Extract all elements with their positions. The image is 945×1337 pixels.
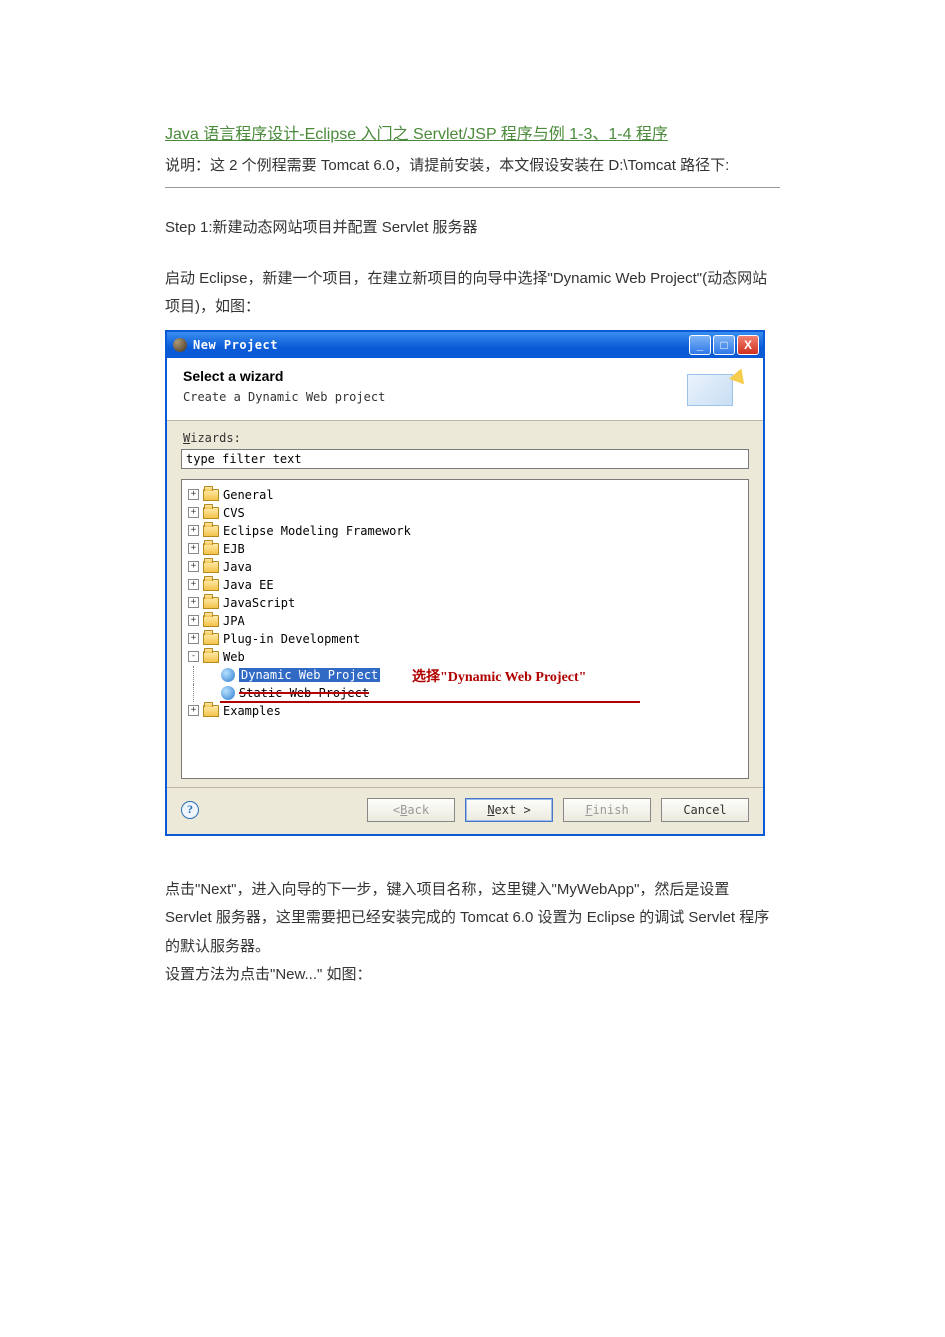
tree-item-label: General — [223, 488, 274, 502]
annotation-callout: 选择"Dynamic Web Project" — [412, 666, 586, 686]
window-title: New Project — [193, 338, 687, 352]
after-paragraph-2: 设置方法为点击"New..." 如图： — [165, 961, 780, 990]
tree-item-label: Eclipse Modeling Framework — [223, 524, 411, 538]
tree-item-label: CVS — [223, 506, 245, 520]
separator — [165, 187, 780, 188]
header-title: Select a wizard — [183, 368, 687, 384]
tree-item-web[interactable]: - Web — [188, 648, 742, 666]
after-paragraph-1: 点击"Next"，进入向导的下一步，键入项目名称，这里键入"MyWebApp"，… — [165, 876, 780, 962]
tree-item-java-ee[interactable]: + Java EE — [188, 576, 742, 594]
tree-item-label: Examples — [223, 704, 281, 718]
tree-item-java[interactable]: + Java — [188, 558, 742, 576]
tree-item-static-web-project[interactable]: Static Web Project — [188, 684, 742, 702]
next-button[interactable]: Next > — [465, 798, 553, 822]
expand-toggle-icon[interactable]: - — [188, 651, 199, 662]
folder-icon — [203, 507, 219, 519]
close-button[interactable]: X — [737, 335, 759, 355]
finish-button: Finish — [563, 798, 651, 822]
tree-item-javascript[interactable]: + JavaScript — [188, 594, 742, 612]
tree-item-plug-in-development[interactable]: + Plug-in Development — [188, 630, 742, 648]
folder-icon — [203, 633, 219, 645]
wizards-label: Wizards: — [183, 431, 749, 445]
help-icon[interactable]: ? — [181, 801, 199, 819]
folder-icon — [203, 615, 219, 627]
folder-icon — [203, 579, 219, 591]
back-button: < Back — [367, 798, 455, 822]
expand-toggle-icon[interactable]: + — [188, 615, 199, 626]
wizard-filter-input[interactable] — [181, 449, 749, 469]
tree-item-cvs[interactable]: + CVS — [188, 504, 742, 522]
folder-icon — [203, 597, 219, 609]
eclipse-icon — [173, 338, 187, 352]
minimize-button[interactable]: _ — [689, 335, 711, 355]
expand-toggle-icon[interactable]: + — [188, 489, 199, 500]
wizard-banner-icon — [687, 368, 747, 408]
expand-toggle-icon[interactable]: + — [188, 525, 199, 536]
doc-intro: 说明：这 2 个例程需要 Tomcat 6.0，请提前安装，本文假设安装在 D:… — [165, 152, 780, 181]
tree-item-label: Java — [223, 560, 252, 574]
tree-item-label: JavaScript — [223, 596, 295, 610]
expand-toggle-icon[interactable]: + — [188, 705, 199, 716]
expand-toggle-icon[interactable]: + — [188, 579, 199, 590]
folder-icon — [203, 651, 219, 663]
header-subtitle: Create a Dynamic Web project — [183, 390, 687, 404]
expand-toggle-icon[interactable]: + — [188, 633, 199, 644]
folder-icon — [203, 561, 219, 573]
step-1-body: 启动 Eclipse，新建一个项目，在建立新项目的向导中选择"Dynamic W… — [165, 265, 780, 322]
expand-toggle-icon[interactable]: + — [188, 507, 199, 518]
expand-toggle-icon[interactable]: + — [188, 597, 199, 608]
tree-item-label: JPA — [223, 614, 245, 628]
tree-item-label: Web — [223, 650, 245, 664]
step-1-title: Step 1:新建动态网站项目并配置 Servlet 服务器 — [165, 216, 780, 237]
folder-icon — [203, 705, 219, 717]
tree-item-jpa[interactable]: + JPA — [188, 612, 742, 630]
expand-toggle-icon[interactable]: + — [188, 543, 199, 554]
dialog-footer: ? < Back Next > Finish Cancel — [167, 787, 763, 834]
tree-item-label: Java EE — [223, 578, 274, 592]
tree-item-label: Plug-in Development — [223, 632, 360, 646]
tree-item-eclipse-modeling-framework[interactable]: + Eclipse Modeling Framework — [188, 522, 742, 540]
tree-item-label: EJB — [223, 542, 245, 556]
tree-item-label: Static Web Project — [239, 686, 369, 700]
dialog-header: Select a wizard Create a Dynamic Web pro… — [167, 358, 763, 421]
tree-item-general[interactable]: + General — [188, 486, 742, 504]
tree-item-ejb[interactable]: + EJB — [188, 540, 742, 558]
folder-icon — [203, 543, 219, 555]
new-project-dialog: New Project _ □ X Select a wizard Create… — [165, 330, 765, 836]
tree-item-examples[interactable]: + Examples — [188, 702, 742, 720]
titlebar[interactable]: New Project _ □ X — [167, 332, 763, 358]
doc-title-link[interactable]: Java 语言程序设计-Eclipse 入门之 Servlet/JSP 程序与例… — [165, 120, 668, 144]
maximize-button[interactable]: □ — [713, 335, 735, 355]
project-icon — [221, 686, 235, 700]
project-icon — [221, 668, 235, 682]
annotation-underline — [220, 701, 640, 703]
folder-icon — [203, 525, 219, 537]
expand-toggle-icon[interactable]: + — [188, 561, 199, 572]
folder-icon — [203, 489, 219, 501]
cancel-button[interactable]: Cancel — [661, 798, 749, 822]
tree-item-label: Dynamic Web Project — [239, 668, 380, 682]
wizard-tree[interactable]: +General+CVS+Eclipse Modeling Framework+… — [181, 479, 749, 779]
